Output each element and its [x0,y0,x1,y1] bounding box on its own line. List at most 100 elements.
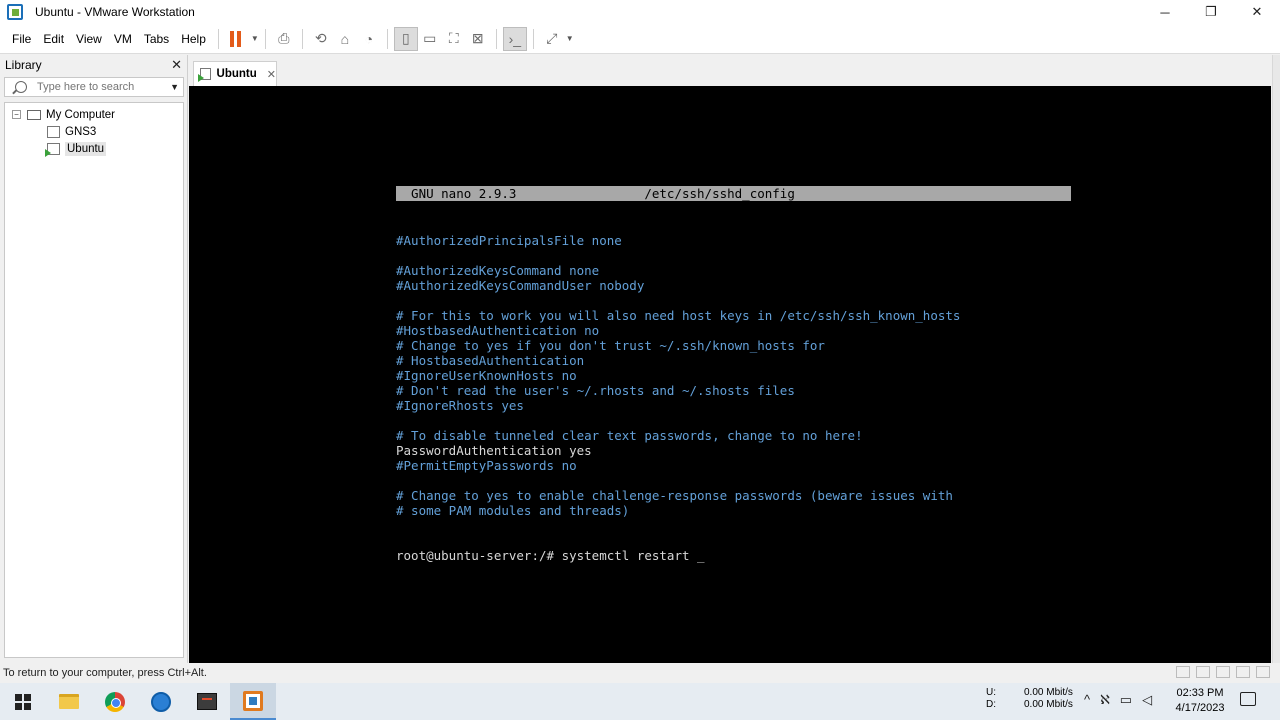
search-icon [15,81,27,93]
tree-item-gns3[interactable]: GNS3 [5,123,183,140]
terminal-line: # Don't read the user's ~/.rhosts and ~/… [396,383,795,398]
stretch-guest-button[interactable]: ⤢ [540,27,564,51]
library-close-icon[interactable]: ✕ [171,57,182,73]
file-explorer-button[interactable] [46,683,92,720]
terminal-line: # some PAM modules and threads) [396,503,630,518]
full-screen-button[interactable]: ⛶ [442,27,466,51]
revert-snapshot-button[interactable]: ⌂ [333,27,357,51]
collapse-icon[interactable]: − [12,110,21,119]
tree-item-my-computer[interactable]: − My Computer [5,106,183,123]
library-search-input[interactable] [37,81,167,93]
windows-taskbar: U: 0.00 Mbit/s D: 0.00 Mbit/s ^ ℵ ▭ ◁ 02:3… [0,683,1280,720]
shell-prompt: root@ubuntu-server:/# systemctl restart … [396,548,705,563]
gns3-icon [197,693,217,710]
menu-vm[interactable]: VM [108,32,138,46]
pause-icon [229,30,244,47]
title-bar: Ubuntu - VMware Workstation ─ ❐ ✕ [0,0,1280,24]
windows-logo-icon [15,693,31,710]
download-value: 0.00 Mbit/s [1024,699,1073,710]
vmware-icon [243,690,263,711]
terminal-text: #AuthorizedPrincipalsFile none #Authorize… [396,233,960,518]
window-controls: ─ ❐ ✕ [1142,0,1280,24]
system-tray: ^ ℵ ▭ ◁ [1084,692,1152,708]
toolbar-separator [264,28,266,49]
terminal-line: PasswordAuthentication yes [396,443,592,458]
sound-device-icon[interactable] [1236,666,1250,678]
menu-tabs[interactable]: Tabs [138,32,175,46]
cd-device-icon[interactable] [1196,666,1210,678]
terminal-line: # To disable tunneled clear text passwor… [396,428,863,443]
upload-value: 0.00 Mbit/s [1024,687,1073,698]
console-view-button[interactable]: ›_ [502,26,527,51]
vmware-taskbar-button[interactable] [230,683,276,720]
menu-file[interactable]: File [6,32,37,46]
toolbar-separator [386,28,388,49]
stretch-dropdown-icon[interactable]: ▼ [566,34,574,43]
menu-edit[interactable]: Edit [37,32,70,46]
clock-date: 4/17/2023 [1175,702,1225,714]
usb-device-icon[interactable] [1216,666,1230,678]
send-ctrl-alt-del-button[interactable]: ⎙ [272,27,296,51]
network-device-icon[interactable] [1176,666,1190,678]
menu-help[interactable]: Help [175,32,212,46]
tree-item-ubuntu[interactable]: Ubuntu [5,140,183,157]
minimize-button[interactable]: ─ [1142,0,1188,24]
device-status-icons [1176,666,1270,678]
status-bar: To return to your computer, press Ctrl+A… [0,663,1280,683]
snapshot-manager-button[interactable]: ◔ [357,27,381,51]
running-vm-icon [198,68,211,82]
notification-icon[interactable] [1240,692,1256,706]
terminal-line: # For this to work you will also need ho… [396,308,961,323]
show-library-button[interactable]: ▯ [393,26,418,51]
tab-close-icon[interactable]: ✕ [267,68,276,81]
clock-time: 02:33 PM [1176,687,1224,699]
menu-bar: File Edit View VM Tabs Help ▼ ⎙ ⟲ ⌂ ◔ ▯ … [0,24,1280,54]
power-dropdown-icon[interactable]: ▼ [251,34,259,43]
tab-label: Ubuntu [216,68,257,80]
display-device-icon[interactable] [1256,666,1270,678]
upload-label: U: [986,687,996,698]
close-button[interactable]: ✕ [1234,0,1280,24]
terminal-line: #HostbasedAuthentication no [396,323,600,338]
terminal-line: #AuthorizedKeysCommandUser nobody [396,278,645,293]
language-icon[interactable]: ℵ [1100,692,1110,708]
terminal-line: #AuthorizedPrincipalsFile none [396,233,622,248]
network-icon[interactable]: ▭ [1120,692,1132,708]
chrome-icon [105,691,125,712]
tree-label: My Computer [46,108,116,121]
library-title: Library [5,58,42,72]
terminal-line: #IgnoreRhosts yes [396,398,524,413]
terminal-line: #PermitEmptyPasswords no [396,458,577,473]
network-speed: U: 0.00 Mbit/s D: 0.00 Mbit/s [986,687,1073,711]
search-dropdown-icon[interactable]: ▼ [170,82,179,92]
chrome-button[interactable] [92,683,138,720]
thumbnail-bar-button[interactable]: ▭ [418,27,442,51]
clock[interactable]: 02:33 PM 4/17/2023 [1172,686,1228,716]
unity-button[interactable]: ⊠ [466,27,490,51]
suspend-button[interactable] [225,27,249,51]
nano-header-bar: GNU nano 2.9.3 /etc/ssh/sshd_config [396,186,1071,201]
start-button[interactable] [0,683,46,720]
tree-label: Ubuntu [65,141,107,156]
toolbar-separator [217,28,219,49]
snapshot-button[interactable]: ⟲ [309,27,333,51]
volume-icon[interactable]: ◁ [1142,692,1152,708]
menu-view[interactable]: View [70,32,108,46]
terminal-line: #IgnoreUserKnownHosts no [396,368,577,383]
restore-button[interactable]: ❐ [1188,0,1234,24]
terminal-line: #AuthorizedKeysCommand none [396,263,600,278]
download-label: D: [986,699,996,710]
tree-label: GNS3 [65,125,97,138]
gns3-taskbar-button[interactable] [184,683,230,720]
window-title: Ubuntu - VMware Workstation [35,5,195,19]
right-scrollbar[interactable] [1272,55,1280,663]
status-text: To return to your computer, press Ctrl+A… [3,667,207,679]
tab-ubuntu[interactable]: Ubuntu ✕ [193,61,277,86]
library-search: ▼ [4,77,184,97]
chevron-up-icon[interactable]: ^ [1084,692,1090,708]
vm-console[interactable]: GNU nano 2.9.3 /etc/ssh/sshd_config #Aut… [189,86,1271,663]
browser-button[interactable] [138,683,184,720]
